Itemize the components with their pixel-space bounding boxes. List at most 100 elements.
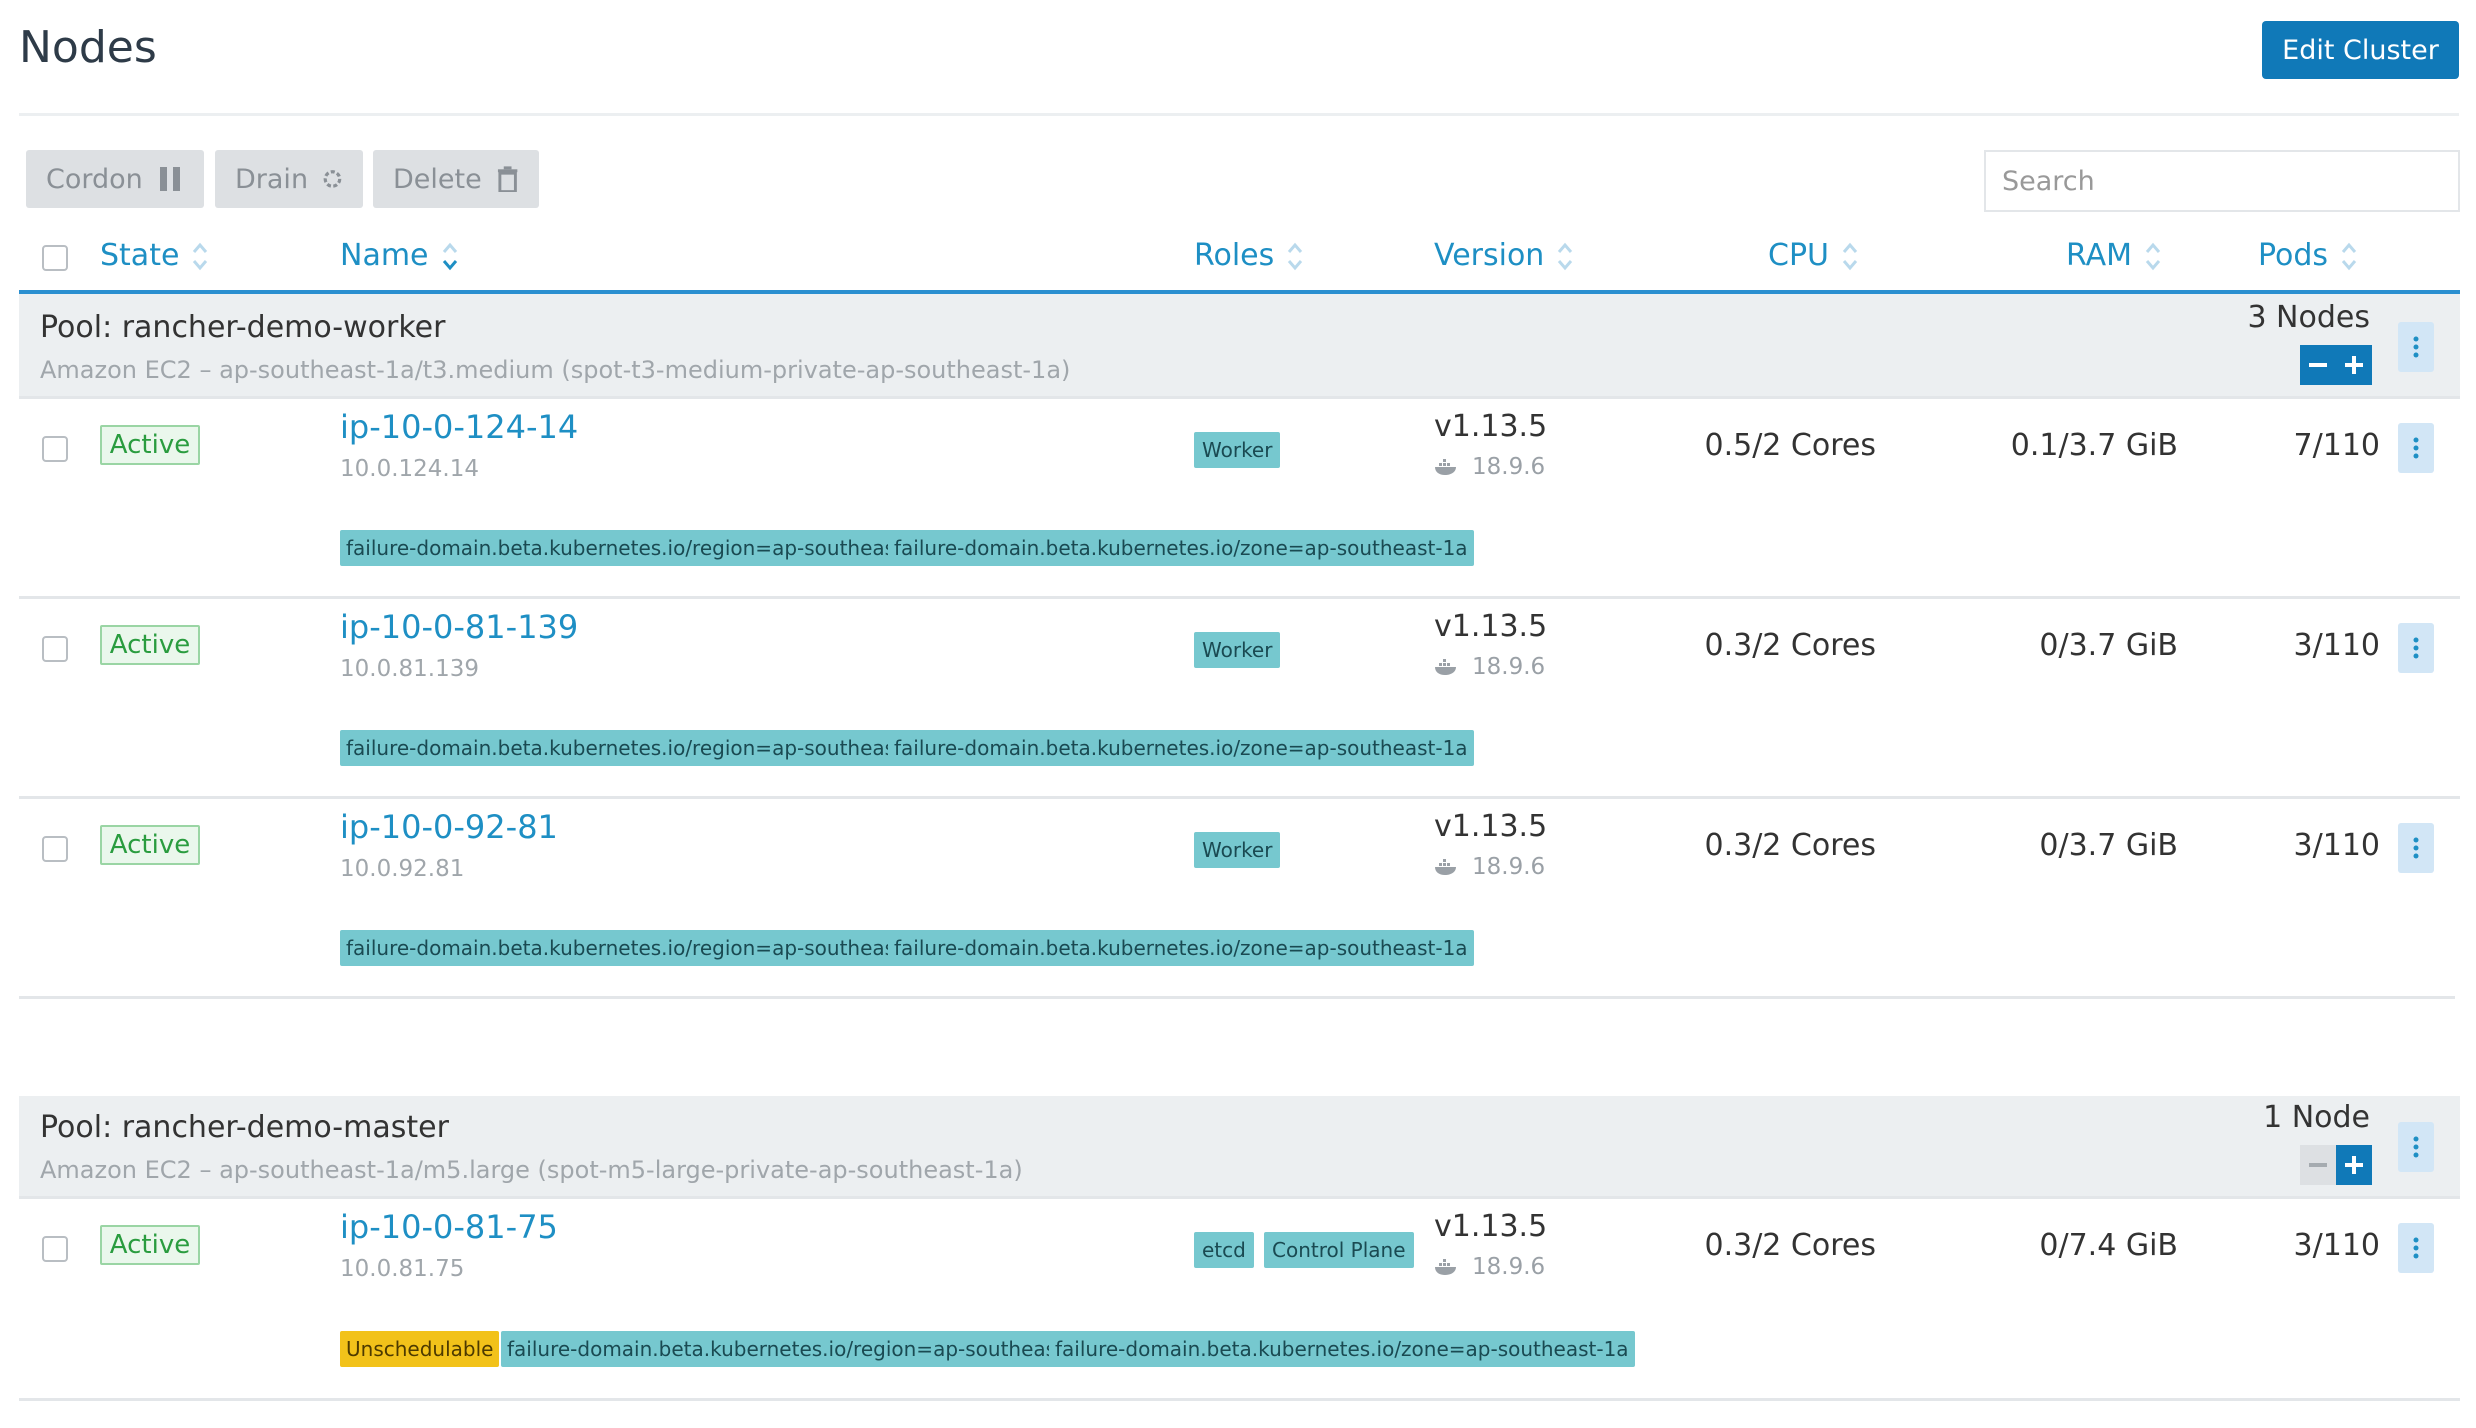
search-input[interactable] [1984,150,2460,212]
divider [19,596,2460,599]
column-header-ram[interactable]: RAM [2066,238,2162,273]
column-header-pods[interactable]: Pods [2258,238,2358,273]
node-label: failure-domain.beta.kubernetes.io/zone=a… [1049,1331,1635,1367]
divider [19,1196,2460,1199]
ram-value: 0/7.4 GiB [2039,1228,2178,1263]
scale-up-button[interactable] [2336,1145,2372,1185]
column-header-roles[interactable]: Roles [1194,238,1304,273]
node-actions-menu[interactable] [2398,623,2434,673]
node-ip: 10.0.81.75 [340,1256,465,1282]
pods-value: 3/110 [2293,828,2380,863]
sort-icon [1558,242,1573,270]
more-vertical-icon [2413,637,2419,659]
node-ip: 10.0.81.139 [340,656,479,682]
cordon-label: Cordon [46,163,143,195]
column-header-state[interactable]: State [100,238,209,273]
node-actions-menu[interactable] [2398,1223,2434,1273]
more-vertical-icon [2413,1136,2419,1158]
edit-cluster-button[interactable]: Edit Cluster [2262,21,2459,79]
docker-icon [1435,459,1456,475]
divider [19,996,2455,999]
column-label-pods: Pods [2258,238,2329,273]
docker-version-text: 18.9.6 [1472,454,1546,480]
kubernetes-version: v1.13.5 [1434,409,1548,444]
column-header-cpu[interactable]: CPU [1768,238,1859,273]
cpu-value: 0.3/2 Cores [1704,1228,1876,1263]
row-checkbox[interactable] [42,636,68,662]
docker-icon [1435,659,1456,675]
node-name-link[interactable]: ip-10-0-124-14 [340,408,578,446]
drain-label: Drain [235,163,309,195]
status-badge: Active [100,625,200,665]
column-header-name[interactable]: Name [340,238,459,273]
docker-version-text: 18.9.6 [1472,854,1546,880]
docker-version-text: 18.9.6 [1472,1254,1546,1280]
kubernetes-version: v1.13.5 [1434,809,1548,844]
more-vertical-icon [2413,1237,2419,1259]
pods-value: 3/110 [2293,1228,2380,1263]
more-vertical-icon [2413,837,2419,859]
drain-icon [323,170,342,188]
row-checkbox[interactable] [42,1236,68,1262]
docker-version: 18.9.6 [1434,454,1545,480]
role-badge: etcd [1194,1232,1254,1268]
divider [19,796,2460,799]
status-badge: Active [100,825,200,865]
row-checkbox[interactable] [42,836,68,862]
column-header-version[interactable]: Version [1434,238,1574,273]
docker-version: 18.9.6 [1434,1254,1545,1280]
pool-actions-menu[interactable] [2398,322,2434,372]
sort-icon [1842,242,1858,270]
scale-down-button[interactable] [2300,345,2336,385]
pause-icon [159,167,180,191]
pool-actions-menu[interactable] [2398,1122,2434,1172]
node-label: failure-domain.beta.kubernetes.io/zone=a… [888,730,1474,766]
sort-icon [2145,242,2161,270]
node-label: failure-domain.beta.kubernetes.io/zone=a… [888,530,1474,566]
delete-button[interactable]: Delete [373,150,539,208]
node-ip: 10.0.124.14 [340,456,479,482]
minus-icon [2309,363,2327,367]
delete-label: Delete [393,163,482,195]
cpu-value: 0.3/2 Cores [1704,828,1876,863]
node-name-link[interactable]: ip-10-0-92-81 [340,808,558,846]
plus-icon [2345,356,2363,374]
pool-title: Pool: rancher-demo-master [40,1110,449,1145]
role-badge: Control Plane [1264,1232,1414,1268]
node-label: failure-domain.beta.kubernetes.io/region… [501,1331,1090,1367]
docker-version: 18.9.6 [1434,654,1545,680]
pods-value: 7/110 [2293,428,2380,463]
node-name-link[interactable]: ip-10-0-81-139 [340,608,578,646]
column-label-cpu: CPU [1768,238,1829,273]
select-all-checkbox[interactable] [42,245,68,271]
pool-subtitle: Amazon EC2 – ap-southeast-1a/t3.medium (… [40,356,1071,384]
sort-desc-icon [442,242,457,270]
column-label-version: Version [1434,238,1545,273]
node-actions-menu[interactable] [2398,423,2434,473]
sort-icon [193,242,208,270]
node-label: failure-domain.beta.kubernetes.io/region… [340,730,929,766]
pool-title: Pool: rancher-demo-worker [40,310,446,345]
pool-node-count: 3 Nodes [2247,300,2370,335]
cordon-button[interactable]: Cordon [26,150,204,208]
unschedulable-badge: Unschedulable [340,1331,500,1367]
column-label-roles: Roles [1194,238,1275,273]
divider [19,1398,2460,1401]
node-name-link[interactable]: ip-10-0-81-75 [340,1208,558,1246]
node-actions-menu[interactable] [2398,823,2434,873]
scale-up-button[interactable] [2336,345,2372,385]
drain-button[interactable]: Drain [215,150,363,208]
pods-value: 3/110 [2293,628,2380,663]
docker-icon [1435,1259,1456,1275]
pool-node-count: 1 Node [2263,1100,2370,1135]
column-label-ram: RAM [2066,238,2133,273]
ram-value: 0.1/3.7 GiB [2010,428,2178,463]
kubernetes-version: v1.13.5 [1434,609,1548,644]
row-checkbox[interactable] [42,436,68,462]
scale-down-button[interactable] [2300,1145,2336,1185]
node-label: failure-domain.beta.kubernetes.io/region… [340,930,929,966]
docker-icon [1435,859,1456,875]
sort-icon [1288,242,1303,270]
ram-value: 0/3.7 GiB [2039,628,2178,663]
ram-value: 0/3.7 GiB [2039,828,2178,863]
